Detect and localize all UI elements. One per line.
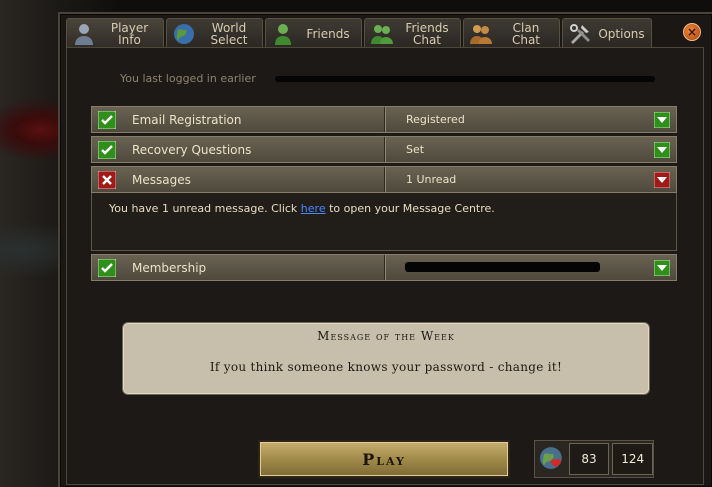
tab-player-info-label: Player Info [110, 21, 149, 47]
email-registration-value: Registered [406, 113, 465, 126]
chevron-down-icon[interactable] [654, 111, 670, 128]
email-registration-row: Email Registration Registered [91, 106, 677, 133]
redaction-scribble [405, 262, 600, 272]
tab-friends-chat-label: Friends Chat [405, 20, 449, 47]
player-icon [75, 24, 93, 45]
tab-bar: Player Info World Select Friends Friends… [66, 18, 652, 49]
player-count-panel: 83 124 [534, 440, 654, 478]
world-heart-icon [539, 447, 562, 469]
tab-world-select-label: World Select [210, 20, 248, 47]
message-of-the-week-panel: Message of the Week If you think someone… [122, 322, 650, 395]
tab-player-info[interactable]: Player Info [66, 18, 164, 49]
count-second: 124 [612, 443, 653, 475]
tab-clan-chat-label: Clan Chat [511, 20, 541, 47]
tab-options[interactable]: Options [562, 18, 652, 48]
chevron-down-icon[interactable] [654, 259, 670, 276]
membership-label: Membership [132, 260, 207, 275]
check-icon [98, 258, 116, 277]
close-button[interactable]: × [683, 23, 701, 41]
redaction-scribble [275, 76, 655, 82]
tab-friends[interactable]: Friends [265, 18, 362, 48]
messages-detail-text-end: to open your Message Centre. [325, 202, 495, 215]
recovery-questions-label: Recovery Questions [132, 142, 252, 157]
chevron-down-icon[interactable] [654, 141, 670, 158]
check-icon [98, 110, 116, 129]
close-icon: × [686, 25, 698, 39]
count-first: 83 [568, 443, 610, 475]
motw-text: If you think someone knows your password… [209, 360, 563, 374]
recovery-questions-row: Recovery Questions Set [91, 136, 677, 163]
messages-value: 1 Unread [406, 173, 457, 186]
messages-label: Messages [132, 172, 191, 187]
messages-row: Messages 1 Unread [91, 166, 677, 193]
friends-icon [275, 23, 291, 45]
recovery-questions-value: Set [406, 143, 425, 156]
message-centre-link[interactable]: here [301, 202, 326, 215]
check-icon [98, 140, 116, 159]
motw-title: Message of the Week [317, 329, 455, 343]
tab-clan-chat[interactable]: Clan Chat [463, 18, 560, 48]
tab-options-label: Options [598, 26, 645, 41]
tab-friends-chat[interactable]: Friends Chat [364, 18, 461, 48]
tab-friends-label: Friends [306, 26, 350, 41]
friends-chat-icon [371, 24, 393, 44]
play-button[interactable]: Play [258, 440, 510, 478]
email-registration-label: Email Registration [132, 112, 242, 127]
row-divider [384, 255, 385, 280]
tools-icon [570, 23, 590, 44]
last-login-text: You last logged in earlier [120, 72, 660, 86]
messages-detail-text: You have 1 unread message. Click [109, 202, 301, 215]
chevron-down-icon[interactable] [654, 171, 670, 188]
cross-icon [98, 170, 116, 189]
tab-world-select[interactable]: World Select [166, 18, 263, 48]
globe-icon [174, 23, 194, 44]
messages-detail-panel: You have 1 unread message. Click here to… [91, 193, 677, 251]
last-login-label: You last logged in earlier [120, 72, 256, 85]
clan-chat-icon [470, 24, 492, 44]
